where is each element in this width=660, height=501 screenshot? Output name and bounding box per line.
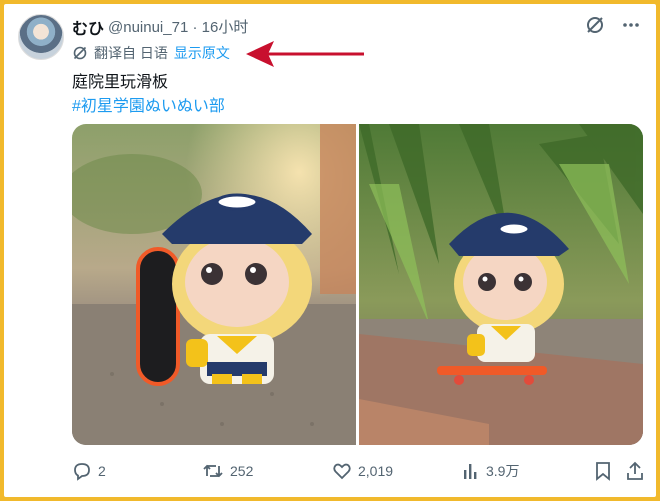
reply-button[interactable]: 2 bbox=[72, 459, 106, 483]
translate-icon bbox=[73, 46, 87, 60]
bookmark-button[interactable] bbox=[594, 459, 612, 483]
tweet-card: むひ @nuinui_71 · 16小时 翻译自 日语 显示原文 庭院里玩滑板 … bbox=[4, 4, 656, 497]
annotation-arrow bbox=[246, 41, 364, 67]
share-icon bbox=[627, 461, 643, 480]
avatar[interactable] bbox=[18, 14, 64, 60]
views-icon bbox=[464, 464, 477, 479]
translation-bar: 翻译自 日语 显示原文 bbox=[72, 43, 230, 63]
post-time[interactable]: 16小时 bbox=[202, 19, 249, 36]
share-button[interactable] bbox=[626, 459, 644, 483]
view-count: 3.9万 bbox=[486, 463, 520, 479]
post-text: 庭院里玩滑板 bbox=[72, 74, 169, 91]
repost-count: 252 bbox=[230, 463, 254, 479]
like-icon bbox=[333, 463, 351, 480]
views-button[interactable]: 3.9万 bbox=[462, 459, 519, 483]
repost-button[interactable]: 252 bbox=[202, 459, 253, 483]
actions-bar: 2 252 2,019 3.9万 bbox=[72, 459, 644, 483]
handle[interactable]: @nuinui_71 bbox=[108, 19, 188, 36]
top-actions bbox=[584, 14, 642, 36]
photo-1[interactable] bbox=[72, 124, 356, 445]
show-original-link[interactable]: 显示原文 bbox=[174, 43, 230, 63]
like-count: 2,019 bbox=[358, 463, 394, 479]
bookmark-icon bbox=[596, 462, 610, 481]
dot-separator: · bbox=[192, 19, 198, 36]
translated-from-label: 翻译自 日语 bbox=[94, 45, 168, 61]
photo-2[interactable] bbox=[359, 124, 643, 445]
reply-count: 2 bbox=[98, 463, 106, 479]
grok-icon[interactable] bbox=[584, 14, 606, 36]
repost-icon bbox=[203, 464, 223, 478]
display-name[interactable]: むひ bbox=[72, 15, 104, 39]
like-button[interactable]: 2,019 bbox=[332, 459, 393, 483]
hashtag-link[interactable]: #初星学園ぬいぬい部 bbox=[72, 92, 225, 116]
more-icon[interactable] bbox=[620, 14, 642, 36]
reply-icon bbox=[74, 463, 90, 481]
handle-line: @nuinui_71 · 16小时 bbox=[108, 16, 248, 37]
